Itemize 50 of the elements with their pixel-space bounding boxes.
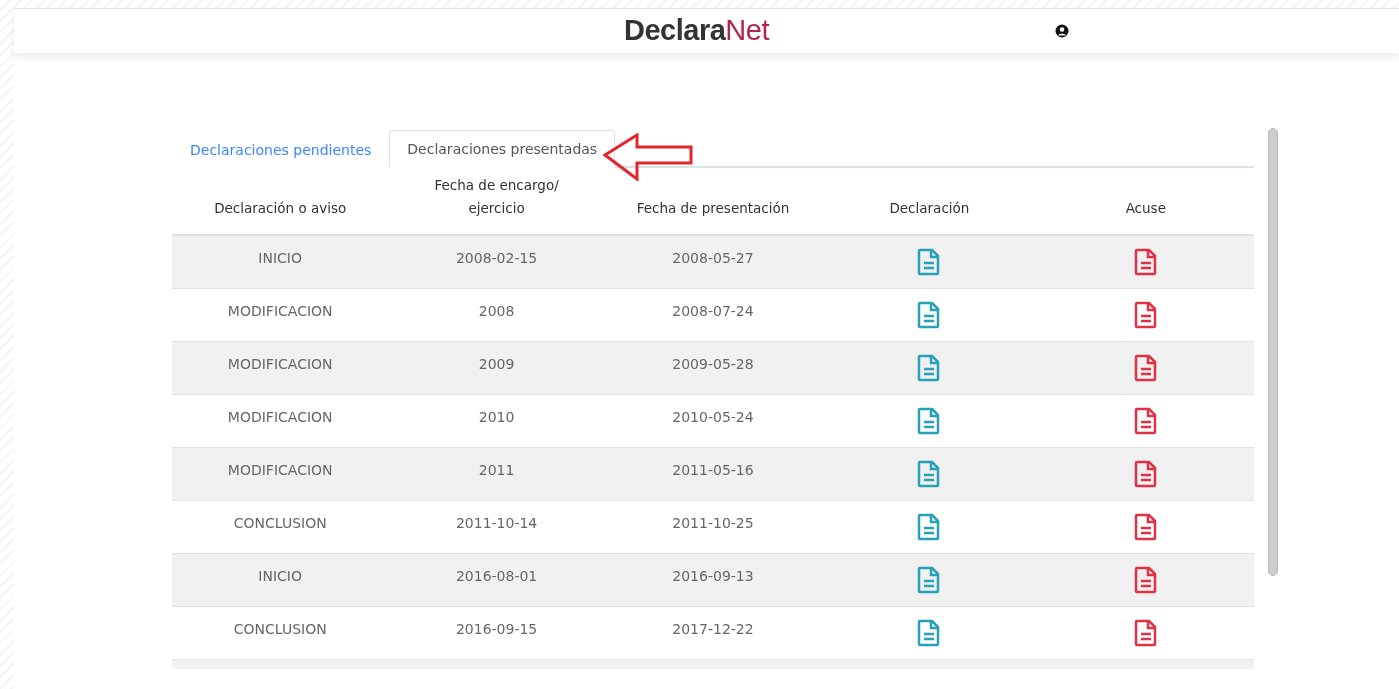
- document-icon[interactable]: [1133, 248, 1158, 276]
- table-cell-text: 2011-10-25: [671, 515, 755, 531]
- document-icon[interactable]: [917, 460, 942, 488]
- document-icon[interactable]: [917, 301, 942, 329]
- table-cell-text: 2011-05-16: [671, 462, 755, 478]
- table-cell-text: 2016-09-13: [671, 568, 755, 584]
- table-cell-text: 2009: [477, 356, 516, 372]
- logo: DeclaraNet: [624, 14, 769, 47]
- table-cell-text: 2008-05-27: [671, 250, 755, 266]
- column-header: Fecha de presentación: [636, 199, 790, 218]
- arrow-icon: [603, 133, 695, 181]
- table-cell-text: CONCLUSION: [232, 515, 328, 531]
- document-icon[interactable]: [917, 566, 942, 594]
- document-icon[interactable]: [917, 248, 942, 276]
- document-icon[interactable]: [1133, 619, 1158, 647]
- table-cell-text: MODIFICACION: [226, 462, 334, 478]
- table-cell-text: INICIO: [257, 568, 303, 584]
- table-cell-text: MODIFICACION: [226, 303, 334, 319]
- column-header: Fecha de encargo/ ejercicio: [433, 176, 560, 218]
- column-header: Declaración o aviso: [214, 199, 347, 218]
- column-header: Acuse: [1125, 199, 1166, 218]
- tab[interactable]: Declaraciones presentadas: [389, 130, 616, 168]
- scrollbar[interactable]: [1268, 128, 1278, 576]
- table-cell-text: 2008-07-24: [671, 303, 755, 319]
- table-cell-text: MODIFICACION: [226, 356, 334, 372]
- document-icon[interactable]: [917, 354, 942, 382]
- table-cell-text: CONCLUSION: [232, 621, 328, 637]
- table-cell-text: 2010: [477, 409, 516, 425]
- table-cell-text: 2010-05-24: [671, 409, 755, 425]
- table-cell-text: MODIFICACION: [226, 409, 334, 425]
- document-icon[interactable]: [1133, 460, 1158, 488]
- table-cell-text: 2017-12-22: [671, 621, 755, 637]
- document-icon[interactable]: [1133, 407, 1158, 435]
- table-cell-text: 2011: [477, 462, 516, 478]
- user-icon[interactable]: [1055, 24, 1069, 38]
- table-cell-text: INICIO: [257, 250, 303, 266]
- document-icon[interactable]: [1133, 354, 1158, 382]
- document-icon[interactable]: [917, 513, 942, 541]
- document-icon[interactable]: [1133, 513, 1158, 541]
- document-icon[interactable]: [1133, 301, 1158, 329]
- document-icon[interactable]: [917, 619, 942, 647]
- table-cell-text: 2008-02-15: [454, 250, 539, 266]
- table-cell-text: 2008: [477, 303, 516, 319]
- table-cell-text: 2016-09-15: [454, 621, 539, 637]
- column-header: Declaración: [889, 199, 970, 218]
- table-cell-text: 2016-08-01: [454, 568, 539, 584]
- document-icon[interactable]: [917, 407, 942, 435]
- table-cell-text: 2009-05-28: [671, 356, 755, 372]
- document-icon[interactable]: [1133, 566, 1158, 594]
- table-cell-text: 2011-10-14: [454, 515, 539, 531]
